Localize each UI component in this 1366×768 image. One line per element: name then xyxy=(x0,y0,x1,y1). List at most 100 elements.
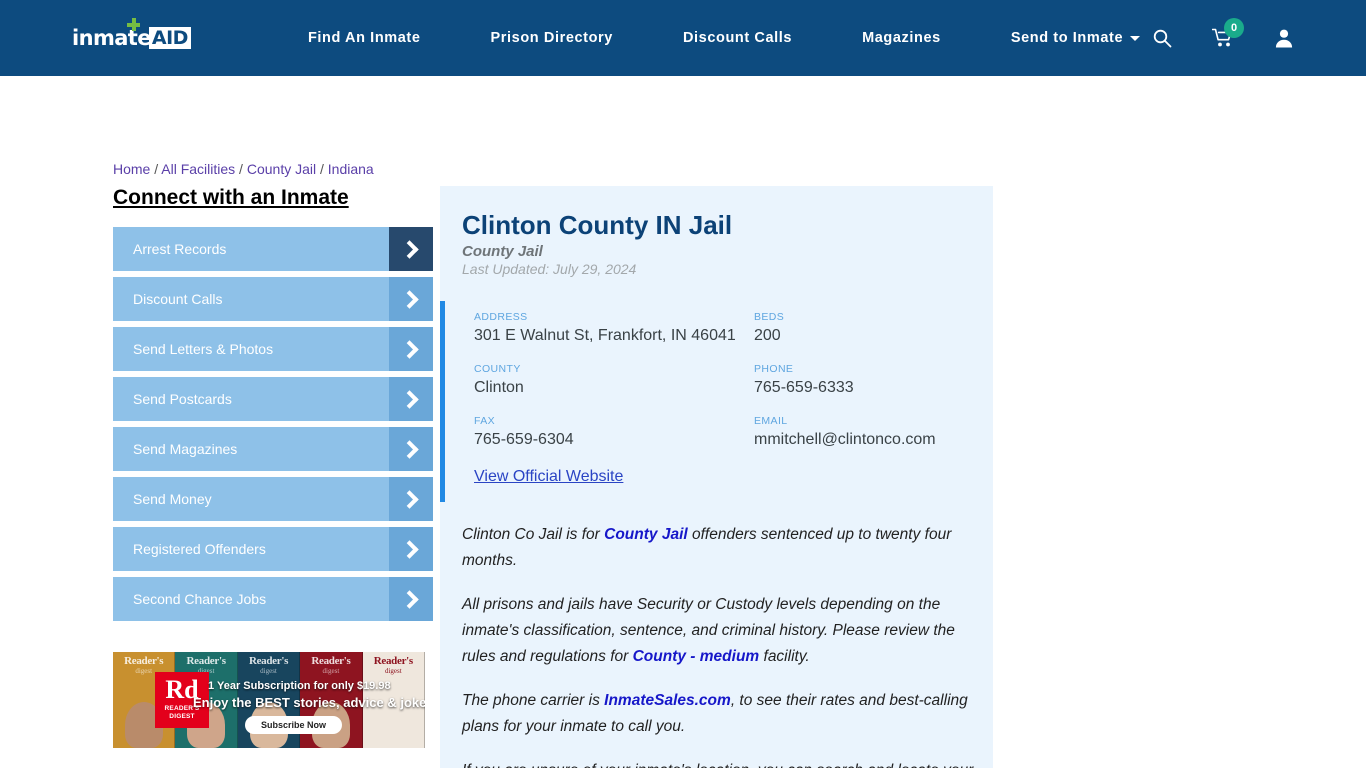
sidebar-item-label: Send Magazines xyxy=(133,441,238,457)
breadcrumb-separator: / xyxy=(235,161,247,177)
sidebar-item-send-magazines[interactable]: Send Magazines xyxy=(113,427,433,471)
breadcrumb-item-county-jail[interactable]: County Jail xyxy=(247,161,316,177)
nav-label: Send to Inmate xyxy=(1010,30,1124,46)
text-run: If you are unsure of your inmate's locat… xyxy=(462,762,973,768)
cart-icon[interactable]: 0 xyxy=(1212,18,1244,48)
breadcrumb-separator: / xyxy=(316,161,328,177)
info-label: EMAIL xyxy=(754,415,788,427)
info-value: 765-659-6333 xyxy=(754,379,854,396)
ad-cover-title: Reader's xyxy=(248,655,289,667)
ad-cover-title: Reader's xyxy=(186,655,226,667)
logo-badge-aid: AID xyxy=(148,27,191,49)
info-label: PHONE xyxy=(754,363,794,375)
facility-panel: Clinton County IN Jail County Jail Last … xyxy=(440,186,993,768)
sidebar-heading[interactable]: Connect with an Inmate xyxy=(113,186,349,210)
info-label: BEDS xyxy=(754,311,785,323)
info-field-beds: BEDS 200 xyxy=(754,311,993,347)
ad-cover-subtitle: digest xyxy=(260,667,277,675)
chevron-right-icon xyxy=(389,227,433,271)
sidebar-item-registered-offenders[interactable]: Registered Offenders xyxy=(113,527,433,571)
ad-cover-title: Reader's xyxy=(311,655,351,667)
chevron-right-icon xyxy=(389,577,433,621)
chevron-down-icon xyxy=(1130,35,1141,41)
user-icon[interactable] xyxy=(1274,28,1294,48)
sidebar-item-send-postcards[interactable]: Send Postcards xyxy=(113,377,433,421)
text-run: The phone carrier is xyxy=(462,692,605,709)
sidebar-item-send-letters-photos[interactable]: Send Letters & Photos xyxy=(113,327,433,371)
facility-info-card: ADDRESS 301 E Walnut St, Frankfort, IN 4… xyxy=(440,301,993,502)
link-county-jail[interactable]: County Jail xyxy=(604,526,688,543)
nav-item-find-an-inmate[interactable]: Find An Inmate xyxy=(273,30,456,46)
sidebar-item-label: Second Chance Jobs xyxy=(133,591,267,607)
sidebar-item-arrest-records[interactable]: Arrest Records xyxy=(113,227,433,271)
ad-subscribe-button[interactable]: Subscribe Now xyxy=(245,716,343,734)
nav-label: Discount Calls xyxy=(682,30,793,46)
info-value: 301 E Walnut St, Frankfort, IN 46041 xyxy=(474,327,736,344)
sidebar: Connect with an Inmate Arrest Records Di… xyxy=(0,186,440,768)
sidebar-item-label: Send Letters & Photos xyxy=(133,341,274,357)
sidebar-item-label: Send Money xyxy=(133,491,212,507)
medical-cross-icon xyxy=(127,18,140,31)
page-title: Clinton County IN Jail xyxy=(462,210,733,240)
ad-brand-label-2: DIGEST xyxy=(169,713,195,720)
info-field-email: EMAIL mmitchell@clintonco.com xyxy=(754,415,993,451)
sidebar-item-label: Discount Calls xyxy=(133,291,223,307)
ad-cover-subtitle: digest xyxy=(384,667,402,675)
sidebar-item-send-money[interactable]: Send Money xyxy=(113,477,433,521)
chevron-right-icon xyxy=(389,377,433,421)
text-run: facility. xyxy=(759,648,810,665)
info-field-phone: PHONE 765-659-6333 xyxy=(754,363,993,399)
nav-item-discount-calls[interactable]: Discount Calls xyxy=(648,30,827,46)
info-field-fax: FAX 765-659-6304 xyxy=(474,415,754,451)
sidebar-item-label: Send Postcards xyxy=(133,391,232,407)
info-field-address: ADDRESS 301 E Walnut St, Frankfort, IN 4… xyxy=(474,311,754,347)
nav-label: Prison Directory xyxy=(490,30,613,46)
chevron-right-icon xyxy=(389,527,433,571)
ad-cover-title: Reader's xyxy=(373,655,413,667)
header-icon-group: 0 xyxy=(1152,18,1294,48)
breadcrumb-item-all-facilities[interactable]: All Facilities xyxy=(161,161,235,177)
breadcrumb-item-indiana[interactable]: Indiana xyxy=(328,161,374,177)
info-field-county: COUNTY Clinton xyxy=(474,363,754,399)
nav-item-send-to-inmate[interactable]: Send to Inmate xyxy=(976,30,1162,46)
ad-subheadline: Enjoy the BEST stories, advice & jokes! xyxy=(193,695,425,710)
link-inmatesales[interactable]: InmateSales.com xyxy=(604,692,731,709)
facility-header: Clinton County IN Jail County Jail Last … xyxy=(440,186,993,277)
search-icon[interactable] xyxy=(1152,28,1172,48)
ad-headline: 1 Year Subscription for only $19.98 xyxy=(208,680,391,692)
site-header: inmate AID Find An Inmate Prison Directo… xyxy=(0,0,1366,76)
nav-label: Find An Inmate xyxy=(307,30,421,46)
last-updated: Last Updated: July 29, 2024 xyxy=(462,261,637,277)
sidebar-item-discount-calls[interactable]: Discount Calls xyxy=(113,277,433,321)
description-paragraph-4: If you are unsure of your inmate's locat… xyxy=(462,758,975,768)
facility-description: Clinton Co Jail is for County Jail offen… xyxy=(440,502,993,768)
chevron-right-icon xyxy=(389,427,433,471)
info-value: 765-659-6304 xyxy=(474,431,574,448)
chevron-right-icon xyxy=(389,327,433,371)
info-value: Clinton xyxy=(474,379,524,396)
sidebar-item-label: Registered Offenders xyxy=(133,541,266,557)
breadcrumb: Home / All Facilities / County Jail / In… xyxy=(113,161,374,177)
ad-cover-subtitle: digest xyxy=(322,667,340,675)
nav-label: Magazines xyxy=(862,30,941,46)
main-navigation: Find An Inmate Prison Directory Discount… xyxy=(273,30,1162,46)
text-run: Clinton Co Jail is for xyxy=(462,526,605,543)
info-value: 200 xyxy=(754,327,781,344)
link-county-medium[interactable]: County - medium xyxy=(633,648,760,665)
description-paragraph-1: Clinton Co Jail is for County Jail offen… xyxy=(462,522,975,574)
site-logo[interactable]: inmate AID xyxy=(72,18,191,55)
nav-item-prison-directory[interactable]: Prison Directory xyxy=(456,30,648,46)
sidebar-item-label: Arrest Records xyxy=(133,241,227,257)
view-official-website-link[interactable]: View Official Website xyxy=(474,468,623,486)
sidebar-item-second-chance-jobs[interactable]: Second Chance Jobs xyxy=(113,577,433,621)
description-paragraph-2: All prisons and jails have Security or C… xyxy=(462,592,975,670)
chevron-right-icon xyxy=(389,277,433,321)
info-label: COUNTY xyxy=(474,363,521,375)
content-row: Connect with an Inmate Arrest Records Di… xyxy=(0,186,1366,768)
advertisement-banner[interactable]: Reader's digest Reader's digest Reader's… xyxy=(113,652,425,748)
breadcrumb-item-home[interactable]: Home xyxy=(113,161,150,177)
nav-item-magazines[interactable]: Magazines xyxy=(827,30,976,46)
facility-info-grid: ADDRESS 301 E Walnut St, Frankfort, IN 4… xyxy=(474,311,993,451)
info-value: mmitchell@clintonco.com xyxy=(754,431,936,448)
info-label: ADDRESS xyxy=(474,311,528,323)
